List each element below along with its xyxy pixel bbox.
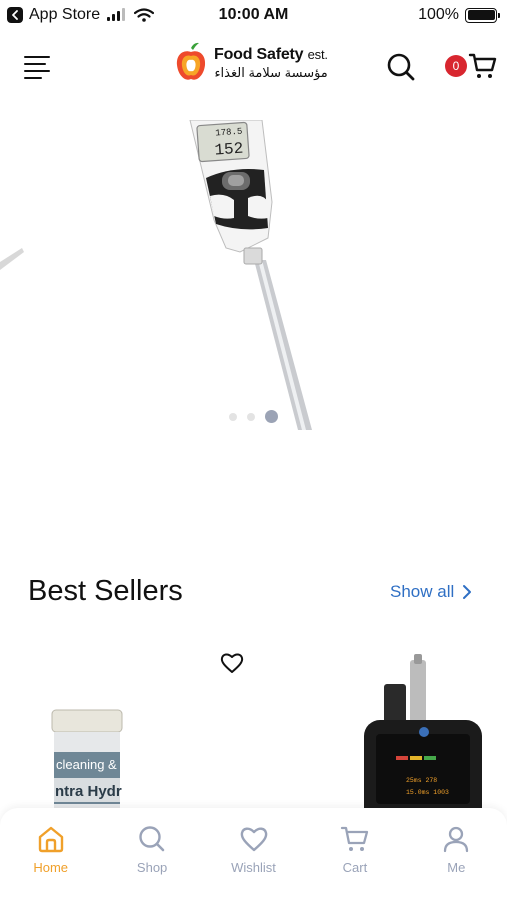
menu-button[interactable]: [24, 56, 52, 80]
meter-screen-line1: 25ms 278: [406, 777, 437, 784]
product-card[interactable]: cleaning & ntra Hydr: [0, 640, 260, 822]
nav-cart-label: Cart: [342, 860, 368, 875]
nav-shop[interactable]: Shop: [101, 808, 202, 900]
bottom-navigation: Home Shop Wishlist Cart Me: [0, 808, 507, 900]
thermometer-product-image: 178.5 152: [0, 120, 312, 430]
user-icon: [444, 826, 469, 853]
cart-icon: [340, 826, 369, 851]
best-sellers-title: Best Sellers: [28, 575, 183, 607]
apple-logo-icon: [176, 42, 206, 80]
test-strip-tube-image: cleaning & ntra Hydr: [51, 709, 123, 822]
heart-icon: [220, 653, 244, 673]
home-icon: [38, 826, 63, 853]
nav-home[interactable]: Home: [0, 808, 101, 900]
hero-carousel[interactable]: 178.5 152: [0, 120, 507, 440]
nav-home-label: Home: [33, 860, 69, 875]
brand-suffix: est.: [307, 46, 328, 62]
carousel-pagination[interactable]: [0, 410, 507, 423]
meter-screen-line2: 15.0ms 1003: [406, 789, 449, 796]
nav-cart[interactable]: Cart: [304, 808, 405, 900]
header-cart-button[interactable]: 0: [444, 51, 498, 83]
carousel-dot[interactable]: [229, 412, 237, 421]
brand-name-en: Food Safety: [214, 45, 304, 63]
carousel-dot[interactable]: [247, 412, 255, 421]
brand-logo[interactable]: Food Safety est. مؤسسة سلامة الغذاء: [174, 42, 328, 84]
brand-name-ar: مؤسسة سلامة الغذاء: [214, 64, 328, 80]
chevron-right-icon: [463, 585, 472, 599]
nav-me-label: Me: [447, 860, 466, 875]
carousel-dot-active[interactable]: [265, 410, 278, 423]
show-all-label: Show all: [390, 582, 455, 601]
search-icon: [139, 826, 165, 852]
search-button[interactable]: [386, 52, 416, 82]
app-header: Food Safety est. مؤسسة سلامة الغذاء 0: [0, 38, 507, 94]
battery-icon: [465, 7, 500, 23]
nav-shop-label: Shop: [136, 860, 168, 875]
product-label-line1: cleaning &: [56, 757, 117, 772]
product-label-line2: ntra Hydr: [55, 783, 122, 800]
cart-count-badge: 0: [445, 55, 467, 77]
battery-percent: 100%: [418, 6, 459, 23]
show-all-link[interactable]: Show all: [390, 582, 472, 602]
wishlist-toggle-button[interactable]: [220, 652, 244, 679]
search-icon: [387, 53, 415, 81]
thermo-display-top: 178.5: [215, 127, 243, 139]
thermo-display-main: 152: [214, 140, 244, 160]
status-bar: App Store 10:00 AM 100%: [0, 0, 507, 32]
heart-icon: [240, 827, 267, 852]
cart-icon: [468, 53, 497, 78]
handheld-meter-image: 25ms 278 15.0ms 1003: [364, 654, 482, 830]
nav-wishlist-label: Wishlist: [231, 860, 276, 875]
product-card[interactable]: 25ms 278 15.0ms 1003: [340, 640, 507, 830]
nav-wishlist[interactable]: Wishlist: [203, 808, 304, 900]
nav-me[interactable]: Me: [406, 808, 507, 900]
